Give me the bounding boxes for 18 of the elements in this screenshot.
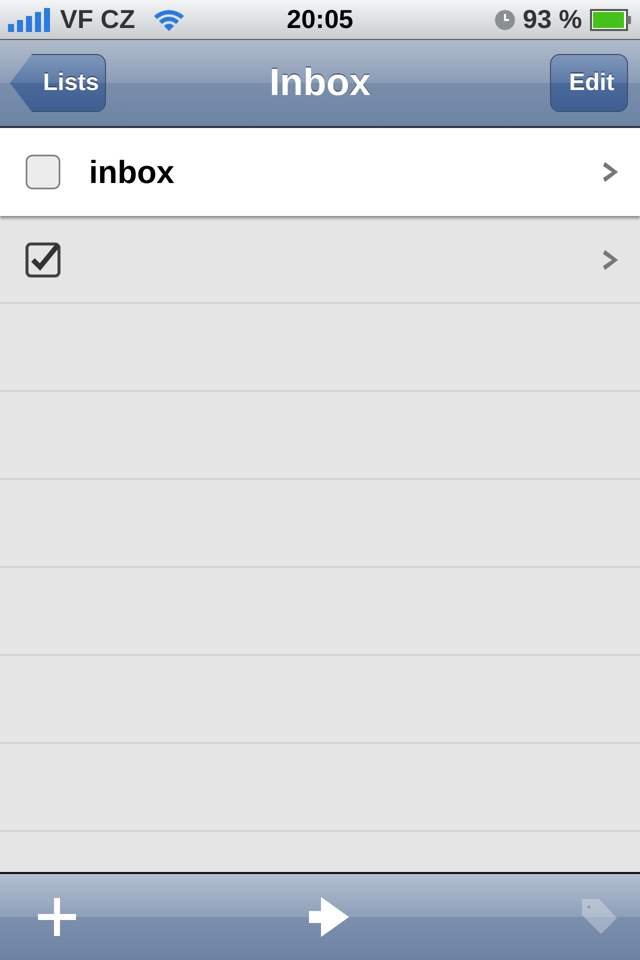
task-title: inbox bbox=[89, 154, 176, 190]
checkbox[interactable] bbox=[25, 242, 61, 278]
chevron-icon bbox=[602, 248, 620, 272]
battery-percentage: 93 % bbox=[522, 4, 582, 35]
battery-icon bbox=[590, 8, 632, 30]
edit-button[interactable]: Edit bbox=[550, 54, 628, 112]
clock-time: 20:05 bbox=[286, 4, 354, 35]
arrow-icon[interactable] bbox=[309, 897, 349, 937]
screen-title: Inbox bbox=[269, 62, 371, 104]
signal-icon bbox=[8, 8, 52, 32]
add-icon[interactable] bbox=[38, 898, 76, 936]
checkbox[interactable] bbox=[25, 154, 61, 190]
wifi-icon bbox=[153, 8, 186, 32]
back-button[interactable]: Lists bbox=[10, 54, 106, 112]
carrier-name: VF CZ bbox=[60, 4, 136, 35]
task-row[interactable]: inbox bbox=[0, 128, 640, 216]
alarm-icon bbox=[494, 10, 515, 30]
chevron-icon bbox=[602, 160, 620, 184]
